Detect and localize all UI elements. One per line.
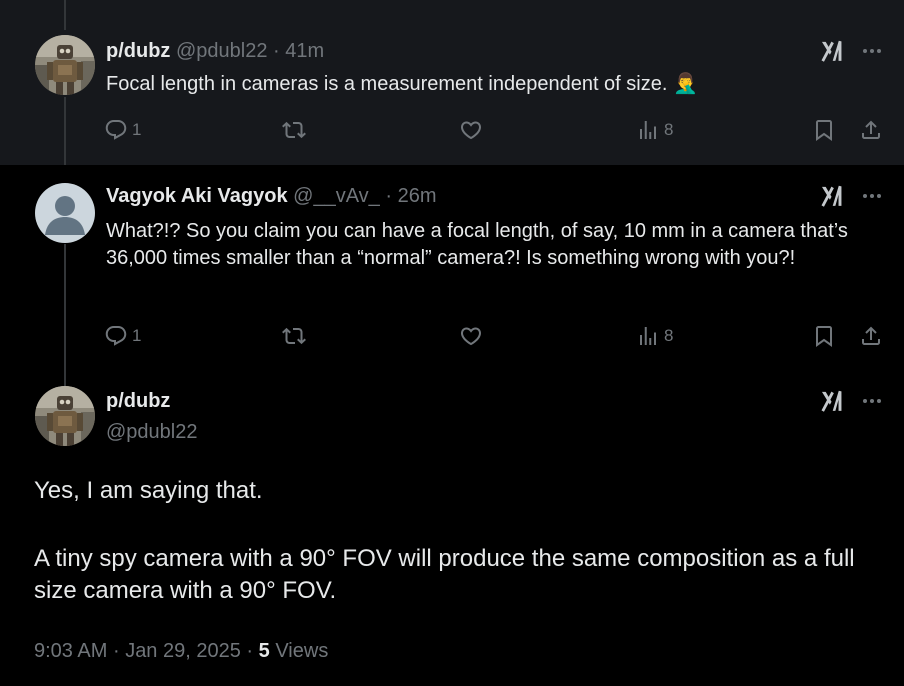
reply-count: 1 bbox=[132, 326, 142, 345]
post-text: Focal length in cameras is a measurement… bbox=[106, 73, 698, 95]
share-button[interactable] bbox=[859, 324, 883, 348]
separator: · bbox=[246, 640, 254, 662]
avatar[interactable] bbox=[35, 386, 95, 446]
share-icon bbox=[859, 324, 883, 348]
views-icon bbox=[636, 118, 660, 142]
bookmark-button[interactable] bbox=[812, 324, 836, 348]
post-top-actions bbox=[818, 387, 884, 415]
thread-line bbox=[64, 97, 66, 165]
views-count: 8 bbox=[664, 120, 674, 139]
views-count: 5 bbox=[258, 640, 270, 662]
main-text-paragraph-1: Yes, I am saying that. bbox=[34, 477, 263, 504]
post-header: Vagyok Aki Vagyok @__vAv_ · 26m bbox=[106, 185, 437, 208]
grok-icon[interactable] bbox=[818, 37, 846, 65]
thread-line-top bbox=[64, 0, 66, 30]
default-avatar-image bbox=[35, 183, 95, 243]
like-icon bbox=[459, 118, 483, 142]
views-button[interactable]: 8 bbox=[636, 118, 673, 142]
main-text-paragraph-2: A tiny spy camera with a 90° FOV will pr… bbox=[34, 545, 855, 604]
repost-icon bbox=[282, 118, 306, 142]
display-name[interactable]: Vagyok Aki Vagyok bbox=[106, 185, 288, 207]
reply-icon bbox=[104, 118, 128, 142]
repost-button[interactable] bbox=[282, 118, 306, 142]
separator: · bbox=[385, 185, 393, 207]
views-icon bbox=[636, 324, 660, 348]
post-1[interactable]: p/dubz @pdubl22 · 41m Focal length in ca… bbox=[0, 0, 904, 165]
avatar[interactable] bbox=[35, 35, 95, 95]
reply-icon bbox=[104, 324, 128, 348]
more-icon[interactable] bbox=[860, 184, 884, 208]
avatar-robot-image bbox=[35, 386, 95, 446]
post-header: p/dubz @pdubl22 · 41m bbox=[106, 40, 324, 63]
grok-icon[interactable] bbox=[818, 182, 846, 210]
more-icon[interactable] bbox=[860, 389, 884, 413]
bookmark-icon bbox=[812, 118, 836, 142]
reply-button[interactable]: 1 bbox=[104, 118, 141, 142]
action-bar: 1 8 bbox=[104, 324, 884, 354]
separator: · bbox=[112, 640, 120, 662]
post-metadata: 9:03 AM · Jan 29, 2025 · 5 Views bbox=[34, 640, 328, 663]
separator: · bbox=[273, 40, 280, 62]
timestamp[interactable]: 41m bbox=[285, 40, 324, 62]
views-button[interactable]: 8 bbox=[636, 324, 673, 348]
post-text: What?!? So you claim you can have a foca… bbox=[106, 220, 848, 269]
repost-button[interactable] bbox=[282, 324, 306, 348]
reply-button[interactable]: 1 bbox=[104, 324, 141, 348]
bookmark-icon bbox=[812, 324, 836, 348]
post-time[interactable]: 9:03 AM bbox=[34, 640, 107, 662]
more-icon[interactable] bbox=[860, 39, 884, 63]
action-bar: 1 8 bbox=[104, 118, 884, 148]
avatar-robot-image bbox=[35, 35, 95, 95]
timestamp[interactable]: 26m bbox=[398, 185, 437, 207]
views-count: 8 bbox=[664, 326, 674, 345]
views-label: Views bbox=[275, 640, 329, 662]
bookmark-button[interactable] bbox=[812, 118, 836, 142]
handle[interactable]: @__vAv_ bbox=[293, 185, 380, 207]
share-icon bbox=[859, 118, 883, 142]
handle[interactable]: @pdubl22 bbox=[176, 40, 267, 62]
post-date[interactable]: Jan 29, 2025 bbox=[125, 640, 241, 662]
post-top-actions bbox=[818, 37, 884, 65]
display-name[interactable]: p/dubz bbox=[106, 390, 170, 413]
thread-line bbox=[64, 244, 66, 391]
like-icon bbox=[459, 324, 483, 348]
grok-icon[interactable] bbox=[818, 387, 846, 415]
reply-count: 1 bbox=[132, 120, 142, 139]
like-button[interactable] bbox=[459, 118, 483, 142]
post-top-actions bbox=[818, 182, 884, 210]
like-button[interactable] bbox=[459, 324, 483, 348]
display-name[interactable]: p/dubz bbox=[106, 40, 170, 62]
avatar[interactable] bbox=[35, 183, 95, 243]
handle[interactable]: @pdubl22 bbox=[106, 421, 197, 444]
repost-icon bbox=[282, 324, 306, 348]
share-button[interactable] bbox=[859, 118, 883, 142]
